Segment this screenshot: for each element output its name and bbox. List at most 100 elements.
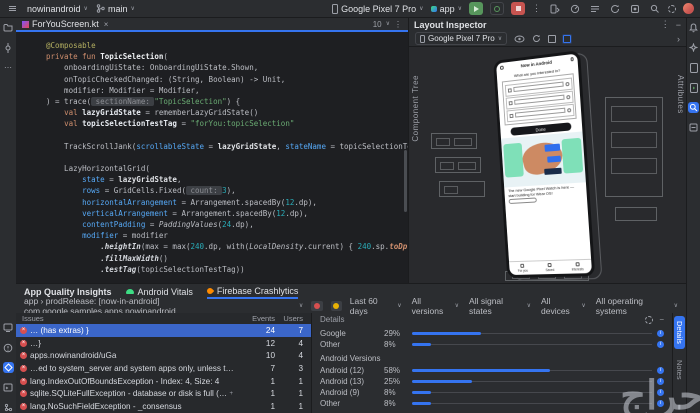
component-tree-vertical-tab[interactable]: Component Tree (411, 75, 420, 142)
phone-screen[interactable]: Now in Android What are you interested i… (493, 50, 595, 278)
tab-foryouscreen[interactable]: ForYouScreen.kt × (22, 19, 108, 29)
code-line: state = lazyGridState, (46, 174, 408, 185)
issue-row[interactable]: ×…}124 (16, 337, 311, 350)
more-actions-icon[interactable]: ⋮ (532, 3, 541, 14)
layer-wireframe (605, 97, 663, 197)
expand-right-icon[interactable]: › (677, 34, 680, 44)
vertical-tab-notes[interactable]: Notes (674, 355, 685, 385)
issue-row[interactable]: ×lang.IndexOutOfBoundsException - Index:… (16, 375, 311, 388)
ai-assistant-icon[interactable] (688, 42, 699, 53)
stat-percent: 8% (384, 340, 408, 349)
code-line: contentPadding = PaddingValues(24.dp), (46, 219, 408, 230)
inspector-device-selector[interactable]: Google Pixel 7 Pro ∨ (415, 32, 507, 45)
editor-tab-bar: ForYouScreen.kt × 10 ∨ ⋮ (16, 18, 408, 32)
tab-label: Android Vitals (138, 287, 193, 297)
debug-button[interactable] (490, 2, 504, 15)
settings-gear-icon[interactable] (668, 5, 676, 13)
emulator-toolwindow-icon[interactable] (688, 122, 699, 133)
git-toolwindow-icon[interactable] (3, 402, 14, 413)
stop-button[interactable] (511, 2, 525, 15)
running-devices-toolwindow-icon[interactable] (3, 322, 14, 333)
stat-row: Android (9)8%i (320, 387, 664, 398)
layout-inspector-toolbar: Google Pixel 7 Pro ∨ › (409, 31, 686, 47)
refresh-icon[interactable] (532, 34, 541, 43)
project-toolwindow-icon[interactable] (3, 22, 14, 33)
sdk-manager-icon[interactable] (628, 2, 641, 15)
info-button[interactable]: i (657, 400, 664, 407)
info-button[interactable]: i (657, 330, 664, 337)
logcat-toolwindow-icon[interactable] (3, 382, 14, 393)
info-button[interactable]: i (657, 367, 664, 374)
stat-label: Google (320, 329, 380, 338)
details-side-tabs: Details Notes (672, 313, 686, 413)
issue-text: … (has extras) } (30, 326, 235, 335)
hamburger-menu-icon[interactable] (6, 2, 19, 15)
todo-list-icon[interactable] (588, 2, 601, 15)
details-settings-gear-icon[interactable] (645, 316, 653, 324)
code-line: .heightIn(max = max(240.dp, with(LocalDe… (46, 241, 408, 252)
notifications-bell-icon[interactable] (688, 22, 699, 33)
search-everywhere-icon[interactable] (648, 2, 661, 15)
vcs-branch-selector[interactable]: main ∨ (96, 4, 135, 14)
issue-row[interactable]: ×sqlite.SQLiteFullException - database o… (16, 387, 311, 400)
device-manager-icon[interactable] (548, 2, 561, 15)
fatal-filter-toggle[interactable] (311, 301, 322, 311)
editor-scrollbar[interactable] (404, 150, 407, 212)
vertical-tab-details[interactable]: Details (674, 316, 685, 349)
running-devices-icon[interactable] (688, 82, 699, 93)
tab-options-icon[interactable]: ⋮ (394, 20, 402, 29)
info-button[interactable]: i (657, 389, 664, 396)
commit-toolwindow-icon[interactable] (3, 42, 14, 53)
code-line: private fun TopicSelection( (46, 51, 408, 62)
panel-options-icon[interactable]: ⋮ (661, 19, 670, 30)
code-line: rows = GridCells.Fixed( count: 3), (46, 185, 408, 196)
chevron-down-icon: ∨ (458, 6, 462, 12)
issue-row[interactable]: ×… (has extras) }247 (16, 324, 311, 337)
minimize-panel-icon[interactable]: − (676, 20, 681, 30)
layout-inspector-toolwindow-icon[interactable] (688, 102, 699, 113)
layer-wireframe (615, 207, 657, 221)
chevron-down-icon: ∨ (455, 303, 459, 309)
nonfatal-filter-toggle[interactable] (331, 301, 342, 311)
project-selector[interactable]: nowinandroid ∨ (27, 4, 88, 14)
attributes-vertical-tab[interactable]: Attributes (676, 75, 685, 114)
code-line: modifier = modifier (46, 230, 408, 241)
editor-pane: ForYouScreen.kt × 10 ∨ ⋮ @Composablepriv… (16, 18, 409, 283)
run-button[interactable] (469, 2, 483, 15)
code-line: horizontalArrangement = Arrangement.spac… (46, 197, 408, 208)
column-events: Events (235, 314, 275, 323)
view-options-eye-icon[interactable] (514, 35, 525, 43)
checkbox-outline (508, 101, 512, 105)
toggle-3d-mode-icon[interactable] (563, 35, 571, 43)
info-button[interactable]: i (657, 378, 664, 385)
device-explorer-icon[interactable] (688, 62, 699, 73)
info-button[interactable]: i (657, 341, 664, 348)
code-editor[interactable]: @Composableprivate fun TopicSelection( o… (16, 32, 408, 283)
issue-events: 24 (235, 326, 275, 335)
chevron-down-icon: ∨ (498, 36, 502, 42)
android-studio-window: nowinandroid ∨ main ∨ Google Pixel 7 Pro… (0, 0, 700, 413)
device-name: Google Pixel 7 Pro (341, 4, 416, 14)
user-avatar[interactable] (683, 3, 694, 14)
run-configuration-selector[interactable]: app ∨ (431, 4, 462, 14)
app-quality-insights-toolwindow-icon[interactable] (3, 362, 14, 373)
problems-toolwindow-icon[interactable] (3, 342, 14, 353)
account-icon (570, 57, 574, 61)
close-tab-icon[interactable]: × (104, 20, 109, 29)
chevron-down-icon: ∨ (84, 6, 88, 12)
issue-row[interactable]: ×apps.nowinandroid/uGa104 (16, 349, 311, 362)
phone-render[interactable]: Now in Android What are you interested i… (493, 50, 595, 278)
more-toolwindows-icon[interactable]: ⋯ (3, 62, 14, 73)
snapshot-icon[interactable] (548, 35, 556, 43)
stat-label: Android (9) (320, 388, 380, 397)
issue-row[interactable]: ×…ed to system_server and system apps on… (16, 362, 311, 375)
inspections-widget[interactable]: 10 (373, 20, 382, 29)
issue-users: 3 (275, 364, 307, 373)
profiler-icon[interactable] (568, 2, 581, 15)
stat-bar: i (412, 400, 664, 408)
details-minimize-icon[interactable]: − (659, 315, 664, 324)
layout-inspector-viewport[interactable]: Component Tree Attributes (409, 47, 686, 283)
gradle-sync-icon[interactable] (608, 2, 621, 15)
issue-row[interactable]: ×lang.NoSuchFieldException - _consensus1… (16, 400, 311, 413)
device-selector[interactable]: Google Pixel 7 Pro ∨ (331, 4, 423, 14)
